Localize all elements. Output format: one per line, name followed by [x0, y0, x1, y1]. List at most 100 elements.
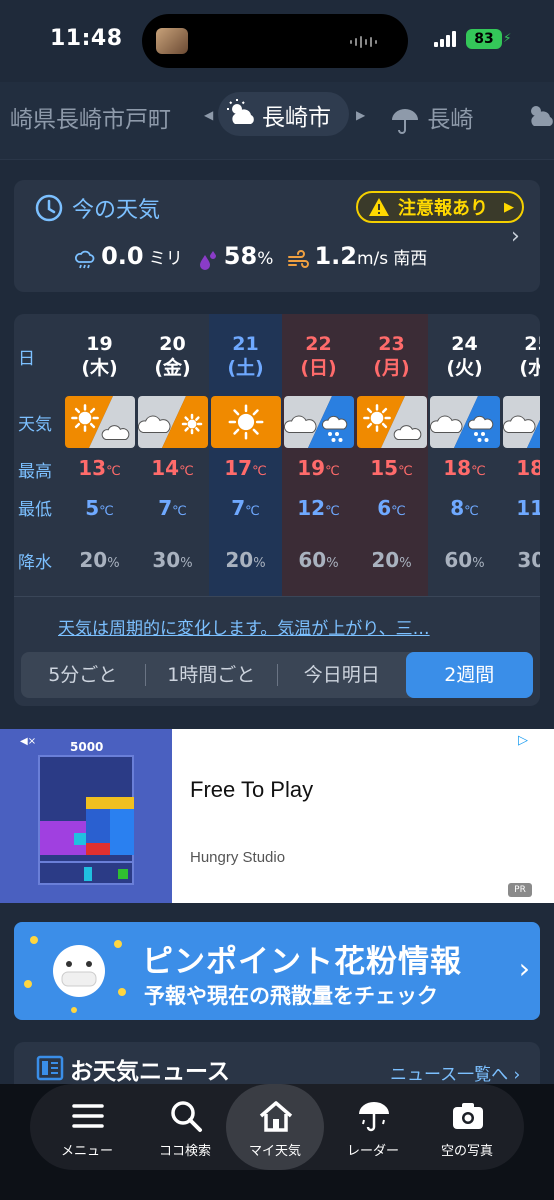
location-tab-next-label: 長崎	[427, 107, 474, 133]
ad-banner[interactable]: ◀× 5000 Free To Play Hungry Studio ▷ PR	[0, 729, 554, 903]
tab-label: マイ天気	[248, 1144, 301, 1159]
sun-cloud-icon	[227, 99, 254, 124]
pollen-banner-subtitle: 予報や現在の飛散量をチェック	[144, 984, 438, 1008]
forecast-summary-link[interactable]: 天気は周期的に変化します。気温が上がり、三…	[58, 614, 430, 639]
temp-unit: ℃	[398, 464, 413, 479]
forecast-range-tab[interactable]: 今日明日	[278, 652, 406, 698]
temp-unit: ℃	[391, 504, 406, 519]
audio-wave-icon	[350, 36, 378, 48]
forecast-precip: 60%	[428, 548, 501, 572]
forecast-day-column[interactable]: 25(水) 18℃ 11℃ 30%	[501, 314, 540, 596]
ad-title[interactable]: Free To Play	[190, 777, 313, 803]
low-temp-value: 5	[85, 496, 100, 520]
chevron-right-icon[interactable]: ›	[511, 224, 520, 249]
now-playing-artwork	[156, 28, 188, 54]
charging-bolt-icon: ⚡	[503, 31, 512, 45]
tab-label: メニュー	[60, 1144, 113, 1159]
warning-icon	[369, 198, 389, 216]
forecast-day-column[interactable]: 24 (火) 18℃ 8℃ 60%	[428, 314, 501, 596]
forecast-day-column[interactable]: 20 (金) 14℃ 7℃ 30%	[136, 314, 209, 596]
tab-umbrella-radar[interactable]: レーダー	[324, 1084, 422, 1170]
precip-chance-value: 30	[517, 548, 540, 572]
sun-cloud-icon[interactable]	[524, 100, 554, 130]
forecast-card: 日 天気 最高 最低 降水 19 (木) 13℃ 5℃ 20% 20 (金) 14℃ 7℃ 30%…	[14, 314, 540, 706]
news-list-link[interactable]: ニュース一覧へ ›	[390, 1060, 520, 1085]
forecast-day-column[interactable]: 23 (月) 15℃ 6℃ 20%	[355, 314, 428, 596]
tab-camera[interactable]: 空の写真	[418, 1084, 516, 1170]
temp-unit: ℃	[172, 504, 187, 519]
forecast-weekday: (土)	[227, 357, 264, 379]
temp-unit: ℃	[325, 504, 340, 519]
tab-search[interactable]: ココ検索	[136, 1084, 234, 1170]
location-tab-next[interactable]: 長崎	[390, 100, 473, 135]
status-bar: 11:48 83 ⚡	[0, 0, 554, 82]
precip-unit: %	[180, 556, 193, 571]
high-temp-value: 18	[516, 456, 540, 480]
clock-icon	[35, 194, 63, 222]
forecast-high-temp: 17℃	[209, 456, 282, 480]
humidity-stat: 58%	[197, 242, 273, 271]
cellular-signal-icon	[434, 31, 456, 47]
forecast-range-tab[interactable]: 2週間	[405, 652, 533, 698]
ad-pr-label: PR	[508, 883, 532, 897]
temp-unit: ℃	[179, 464, 194, 479]
forecast-low-temp: 6℃	[355, 496, 428, 520]
forecast-range-tab[interactable]: 1時間ごと	[146, 652, 277, 698]
forecast-date: 23 (月)	[355, 332, 428, 380]
wind-stat: 1.2m/s 南西	[287, 242, 427, 271]
precip-chance-value: 60	[444, 548, 473, 572]
row-label-high: 最高	[18, 462, 52, 482]
alert-badge[interactable]: 注意報あり ▶	[356, 191, 524, 223]
current-weather-heading: 今の天気	[34, 192, 160, 224]
divider	[14, 596, 540, 597]
tab-menu[interactable]: メニュー	[38, 1084, 136, 1170]
low-temp-value: 11	[516, 496, 540, 520]
forecast-date: 25(水)	[501, 332, 540, 380]
newspaper-icon	[36, 1055, 64, 1081]
forecast-date: 22 (日)	[282, 332, 355, 380]
forecast-weekday: (金)	[154, 357, 191, 379]
forecast-precip: 30%	[501, 548, 540, 572]
temp-unit: ℃	[471, 464, 486, 479]
location-tab-current[interactable]: 長崎市	[218, 92, 349, 136]
forecast-low-temp: 7℃	[136, 496, 209, 520]
location-tab-prev[interactable]: 崎県長崎市戸町	[10, 100, 171, 134]
ad-choices-icon[interactable]: ▷	[518, 733, 528, 748]
precip-unit: %	[107, 556, 120, 571]
forecast-range-tab[interactable]: 5分ごと	[21, 652, 145, 698]
forecast-high-temp: 13℃	[63, 456, 136, 480]
forecast-day-number: 21	[232, 333, 259, 355]
row-label-day: 日	[18, 349, 35, 369]
forecast-day-column[interactable]: 19 (木) 13℃ 5℃ 20%	[63, 314, 136, 596]
forecast-day-number: 24	[451, 333, 478, 355]
forecast-day-column[interactable]: 21 (土) 17℃ 7℃ 20%	[209, 314, 282, 596]
ad-studio: Hungry Studio	[190, 849, 286, 866]
chevron-right-icon[interactable]: ▶	[356, 108, 365, 122]
ad-game-image[interactable]: ◀× 5000	[0, 729, 172, 903]
forecast-high-temp: 14℃	[136, 456, 209, 480]
precip-value: 0.0	[101, 242, 144, 270]
location-tabs: 崎県長崎市戸町 ◀ 長崎市 ▶ 長崎	[0, 82, 554, 160]
forecast-precip: 20%	[63, 548, 136, 572]
tab-home[interactable]: マイ天気	[226, 1084, 324, 1170]
precip-chance-value: 60	[298, 548, 327, 572]
pollen-banner[interactable]: ピンポイント花粉情報 予報や現在の飛散量をチェック ›	[14, 922, 540, 1020]
dynamic-island[interactable]	[142, 14, 408, 68]
tab-bar: メニュー ココ検索 マイ天気 レーダー 空の写真	[0, 1084, 554, 1200]
precip-unit: %	[326, 556, 339, 571]
low-temp-value: 6	[377, 496, 392, 520]
humidity-value: 58	[223, 242, 258, 270]
forecast-date: 24 (火)	[428, 332, 501, 380]
chevron-left-icon[interactable]: ◀	[204, 108, 213, 122]
current-weather-card[interactable]: 今の天気 注意報あり ▶ › 0.0 ミリ 58% 1.2m/s 南西	[14, 180, 540, 292]
forecast-day-number: 19	[86, 333, 113, 355]
tab-label: レーダー	[346, 1144, 399, 1159]
forecast-date: 20 (金)	[136, 332, 209, 380]
high-temp-value: 18	[443, 456, 472, 480]
temp-unit: ℃	[464, 504, 479, 519]
forecast-day-column[interactable]: 22 (日) 19℃ 12℃ 60%	[282, 314, 355, 596]
temp-unit: ℃	[99, 504, 114, 519]
forecast-low-temp: 12℃	[282, 496, 355, 520]
forecast-low-temp: 5℃	[63, 496, 136, 520]
row-label-weather: 天気	[18, 415, 52, 435]
